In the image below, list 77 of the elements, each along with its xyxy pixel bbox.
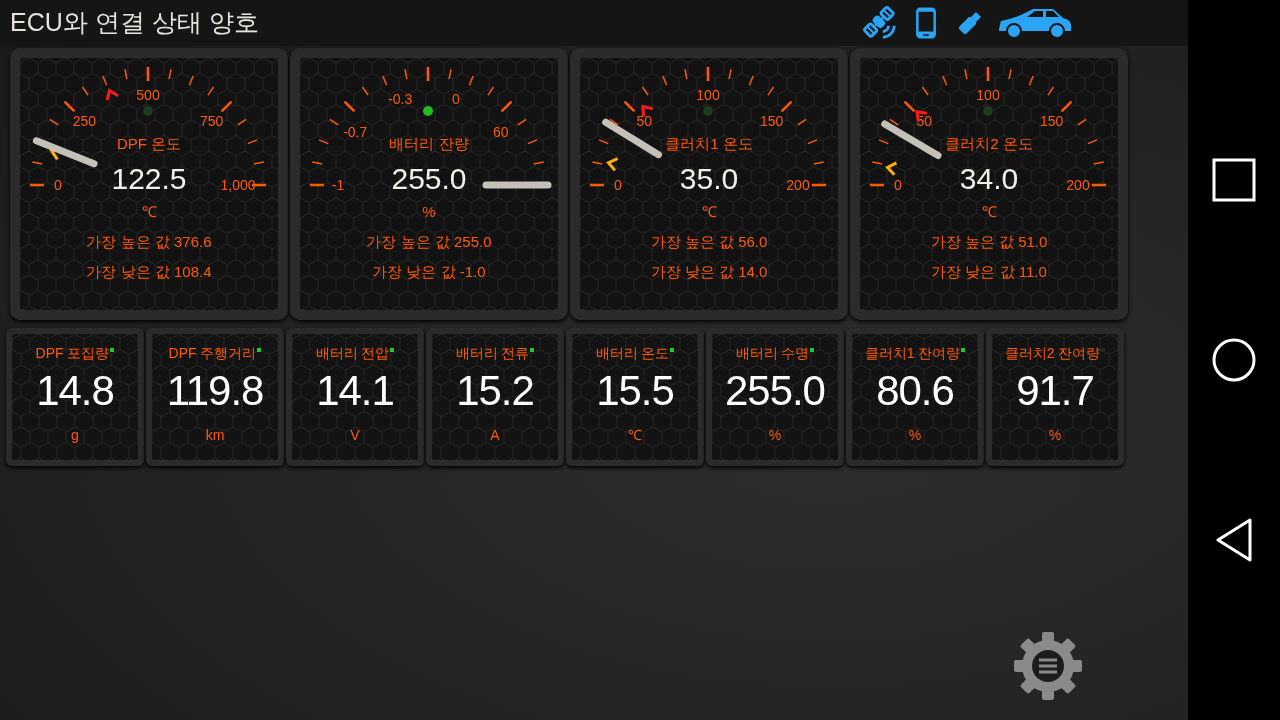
tile-unit: g [71, 426, 79, 444]
tile-title: 클러치1 잔여량 [864, 344, 961, 362]
max-value-text: 가장 높은 값 51.0 [930, 232, 1048, 252]
scale-label: 0 [614, 178, 622, 192]
tile-unit: V [350, 426, 360, 444]
min-value-text: 가장 낮은 값 14.0 [650, 262, 768, 282]
tile-unit: A [490, 426, 500, 444]
scale-label: 150 [759, 114, 784, 129]
tile-title: 배터리 전류 [455, 344, 530, 362]
scale-label: 500 [136, 88, 160, 102]
min-value-text: 가장 낮은 값 11.0 [931, 262, 1047, 282]
tile-value: 15.2 [456, 366, 534, 416]
car-icon[interactable] [997, 7, 1073, 39]
tile-title: 배터리 수명 [735, 344, 810, 362]
tile-title: 클러치2 잔여량 [1004, 344, 1101, 362]
gauge-title: DPF 온도 [116, 134, 182, 154]
scale-label: -0.7 [343, 125, 368, 140]
min-marker-icon [885, 161, 898, 176]
gauge-value: 34.0 [959, 162, 1019, 196]
scale-label: 100 [976, 88, 1000, 102]
scale-label: 200 [786, 178, 810, 192]
scale-label: 750 [199, 114, 224, 129]
max-marker-icon [641, 104, 654, 117]
gauge-needle [32, 137, 98, 168]
scale-label: 200 [1066, 178, 1090, 192]
tile-unit: % [768, 426, 782, 444]
tile-unit: km [205, 426, 225, 444]
tile-value: 14.8 [36, 366, 114, 416]
tile-value: 15.5 [596, 366, 674, 416]
scale-label: 0 [894, 178, 902, 192]
tile-unit: % [908, 426, 922, 444]
gauge-title: 배터리 잔량 [389, 134, 469, 154]
scale-label: 100 [696, 88, 720, 102]
tile-value: 119.8 [166, 366, 264, 416]
recents-button[interactable] [1212, 158, 1256, 202]
satellite-icon[interactable] [863, 6, 897, 40]
tile-title: DPF 포집량 [35, 344, 110, 362]
tile-value: 14.1 [316, 366, 394, 416]
gauge-title: 클러치2 온도 [945, 134, 1033, 154]
scale-label: -0.3 [388, 92, 413, 107]
scale-label: 150 [1039, 114, 1064, 129]
settings-menu-button[interactable] [1012, 630, 1084, 702]
tile-title: 배터리 온도 [595, 344, 670, 362]
tile-title: DPF 주행거리 [168, 344, 257, 362]
max-value-text: 가장 높은 값 376.6 [86, 232, 212, 252]
max-value-text: 가장 높은 값 255.0 [366, 232, 492, 252]
scale-label: 1,000 [220, 178, 256, 192]
min-marker-icon [606, 157, 619, 172]
gauge-unit: ℃ [141, 202, 157, 222]
gauge-unit: ℃ [981, 202, 997, 222]
scale-label: 250 [72, 114, 97, 129]
tile-title: 배터리 전압 [315, 344, 390, 362]
gauge-needle [602, 118, 663, 159]
tile-unit: ℃ [628, 426, 642, 444]
scale-label: -1 [331, 178, 345, 192]
min-value-text: 가장 낮은 값 -1.0 [372, 262, 486, 282]
connection-status-title: ECU와 연결 상태 양호 [10, 7, 259, 39]
back-button[interactable] [1214, 518, 1254, 562]
gauge-value: 35.0 [679, 162, 739, 196]
home-button[interactable] [1212, 338, 1256, 382]
max-value-text: 가장 높은 값 56.0 [650, 232, 768, 252]
gauge-value: 122.5 [111, 162, 187, 196]
max-marker-icon [105, 88, 119, 101]
scale-label: 60 [493, 125, 509, 140]
scale-label: 0 [451, 92, 460, 107]
scale-label: 0 [54, 178, 62, 192]
tile-value: 80.6 [876, 366, 954, 416]
gauge-value: 255.0 [391, 162, 467, 196]
tile-value: 91.7 [1016, 366, 1094, 416]
gauge-unit: ℃ [701, 202, 717, 222]
gauge-title: 클러치1 온도 [665, 134, 753, 154]
tile-value: 255.0 [725, 366, 825, 416]
scale-label: 50 [636, 114, 653, 129]
min-value-text: 가장 낮은 값 108.4 [86, 262, 212, 282]
gauge-needle [482, 181, 552, 189]
tile-unit: % [1048, 426, 1062, 444]
gauge-unit: % [422, 202, 436, 222]
